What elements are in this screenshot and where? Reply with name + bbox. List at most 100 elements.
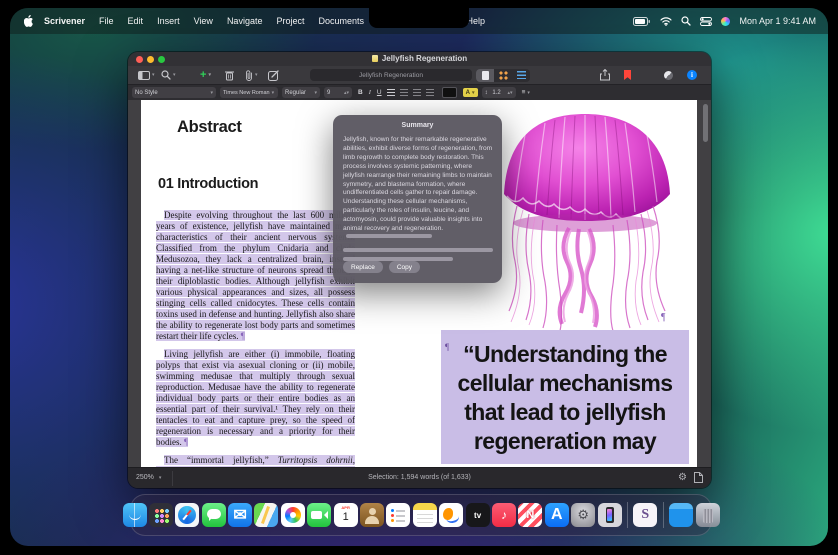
desktop: Scrivener File Edit Insert View Navigate Proj… bbox=[0, 0, 838, 555]
window-title: Jellyfish Regeneration bbox=[128, 54, 711, 63]
maps-dock-icon[interactable] bbox=[254, 503, 278, 527]
style-select[interactable]: No Style▾ bbox=[132, 87, 216, 98]
notes-dock-icon[interactable] bbox=[413, 503, 437, 527]
bookmark-icon[interactable] bbox=[624, 69, 631, 81]
document-view-icon bbox=[482, 71, 489, 80]
titlebar: Jellyfish Regeneration bbox=[128, 52, 711, 66]
view-mode-segment bbox=[476, 69, 530, 82]
align-left-button[interactable] bbox=[387, 89, 395, 96]
downloads-dock-icon[interactable] bbox=[669, 503, 693, 527]
battery-icon[interactable] bbox=[633, 17, 651, 26]
photos-dock-icon[interactable] bbox=[281, 503, 305, 527]
menu-insert[interactable]: Insert bbox=[157, 16, 180, 26]
sidebar-toggle-icon[interactable]: ▾ bbox=[138, 69, 155, 81]
heading-abstract: Abstract bbox=[177, 118, 242, 137]
appearance-toggle-icon[interactable] bbox=[664, 69, 673, 81]
calendar-dock-icon[interactable]: 1 bbox=[334, 503, 358, 527]
menubar-clock[interactable]: Mon Apr 1 9:41 AM bbox=[739, 16, 816, 26]
search-icon[interactable] bbox=[681, 16, 691, 26]
safari-dock-icon[interactable] bbox=[175, 503, 199, 527]
trash-icon[interactable] bbox=[225, 69, 234, 81]
menu-app-name[interactable]: Scrivener bbox=[44, 16, 85, 26]
menu-view[interactable]: View bbox=[194, 16, 213, 26]
font-variant-select[interactable]: Regular▾ bbox=[282, 87, 320, 98]
italic-button[interactable]: I bbox=[369, 89, 371, 96]
menu-help[interactable]: Help bbox=[467, 16, 486, 26]
align-right-button[interactable] bbox=[413, 89, 421, 96]
add-item-icon[interactable]: +▾ bbox=[200, 69, 211, 81]
align-center-button[interactable] bbox=[400, 89, 408, 96]
paragraph-3: The “immortal jellyfish,” Turritopsis do… bbox=[156, 455, 355, 467]
menu-navigate[interactable]: Navigate bbox=[227, 16, 263, 26]
font-size-stepper[interactable]: 9▴▾ bbox=[324, 87, 352, 98]
font-select[interactable]: Times New Roman▾ bbox=[220, 87, 278, 98]
music-dock-icon[interactable]: ♪ bbox=[492, 503, 516, 527]
view-outline-button[interactable] bbox=[512, 69, 530, 82]
text-color-swatch[interactable] bbox=[442, 87, 457, 98]
paragraph-1: Despite evolving throughout the last 600… bbox=[156, 210, 355, 342]
highlight-color-swatch[interactable]: A▾ bbox=[463, 88, 478, 97]
outline-view-icon bbox=[517, 71, 526, 80]
finder-dock-icon[interactable] bbox=[123, 503, 147, 527]
tv-dock-icon[interactable]: tv bbox=[466, 503, 490, 527]
format-bar: No Style▾ Times New Roman▾ Regular▾ 9▴▾ … bbox=[128, 85, 711, 101]
compose-icon[interactable] bbox=[268, 69, 279, 81]
dock: ✉ 1 tv♪NA⚙ S bbox=[130, 494, 712, 536]
jellyfish-illustration bbox=[471, 102, 697, 334]
corkboard-view-icon bbox=[499, 71, 508, 80]
summary-popup: Summary Jellyfish, known for their remar… bbox=[333, 115, 502, 283]
heading-introduction: 01 Introduction bbox=[158, 176, 258, 192]
messages-dock-icon[interactable] bbox=[202, 503, 226, 527]
paperclip-icon[interactable]: ▾ bbox=[245, 69, 258, 81]
pull-quote-text: “Understanding the cellular mechanisms t… bbox=[441, 340, 689, 456]
align-justify-button[interactable] bbox=[426, 89, 434, 96]
gear-icon[interactable]: ⚙ bbox=[678, 473, 687, 483]
pull-quote-block[interactable]: ¶ “Understanding the cellular mechanisms… bbox=[441, 330, 689, 464]
trash-dock-icon[interactable] bbox=[696, 503, 720, 527]
appstore-dock-icon[interactable]: A bbox=[545, 503, 569, 527]
facetime-dock-icon[interactable] bbox=[307, 503, 331, 527]
iphone-dock-icon[interactable] bbox=[598, 503, 622, 527]
menu-documents[interactable]: Documents bbox=[318, 16, 364, 26]
menu-project[interactable]: Project bbox=[276, 16, 304, 26]
export-page-icon[interactable] bbox=[694, 472, 703, 483]
list-format-button[interactable]: ≡▾ bbox=[522, 89, 530, 96]
bold-button[interactable]: B bbox=[358, 89, 363, 96]
siri-icon[interactable] bbox=[721, 17, 730, 26]
news-dock-icon[interactable]: N bbox=[518, 503, 542, 527]
search-icon[interactable]: ▾ bbox=[161, 69, 176, 81]
replace-button[interactable]: Replace bbox=[343, 261, 383, 273]
popup-body-text: Jellyfish, known for their remarkable re… bbox=[343, 136, 493, 261]
toolbar: ▾ ▾ +▾ ▾ Jellyfish Regeneration bbox=[128, 66, 711, 85]
loading-shimmer bbox=[343, 248, 493, 252]
menu-file[interactable]: File bbox=[99, 16, 114, 26]
loading-shimmer bbox=[346, 234, 432, 238]
wallpaper: Scrivener File Edit Insert View Navigate Proj… bbox=[10, 8, 828, 546]
share-icon[interactable] bbox=[600, 69, 610, 81]
apple-menu-icon[interactable] bbox=[24, 15, 34, 27]
popup-title: Summary bbox=[333, 122, 502, 129]
line-spacing-stepper[interactable]: ↕1.2▴▾ bbox=[482, 87, 516, 98]
view-document-button[interactable] bbox=[476, 69, 494, 82]
control-center-icon[interactable] bbox=[700, 17, 712, 26]
reminders-dock-icon[interactable] bbox=[386, 503, 410, 527]
underline-button[interactable]: U bbox=[377, 89, 382, 96]
menu-edit[interactable]: Edit bbox=[128, 16, 144, 26]
dock-separator bbox=[663, 502, 664, 528]
info-icon[interactable]: i bbox=[687, 69, 697, 81]
freeform-dock-icon[interactable] bbox=[439, 503, 463, 527]
settings-dock-icon[interactable]: ⚙ bbox=[571, 503, 595, 527]
contacts-dock-icon[interactable] bbox=[360, 503, 384, 527]
scrivener-window: Jellyfish Regeneration ▾ ▾ +▾ ▾ bbox=[128, 52, 711, 488]
scrollbar-thumb[interactable] bbox=[703, 104, 708, 142]
mail-dock-icon[interactable]: ✉ bbox=[228, 503, 252, 527]
wifi-icon[interactable] bbox=[660, 17, 672, 26]
body-text[interactable]: Despite evolving throughout the last 600… bbox=[156, 210, 355, 467]
view-corkboard-button[interactable] bbox=[494, 69, 512, 82]
title-search-field[interactable]: Jellyfish Regeneration bbox=[310, 69, 472, 81]
launchpad-dock-icon[interactable] bbox=[149, 503, 173, 527]
paragraph-2: Living jellyfish are either (i) immobile… bbox=[156, 349, 355, 448]
document-icon bbox=[372, 55, 378, 62]
copy-button[interactable]: Copy bbox=[389, 261, 420, 273]
scrivener-dock-icon[interactable]: S bbox=[633, 503, 657, 527]
